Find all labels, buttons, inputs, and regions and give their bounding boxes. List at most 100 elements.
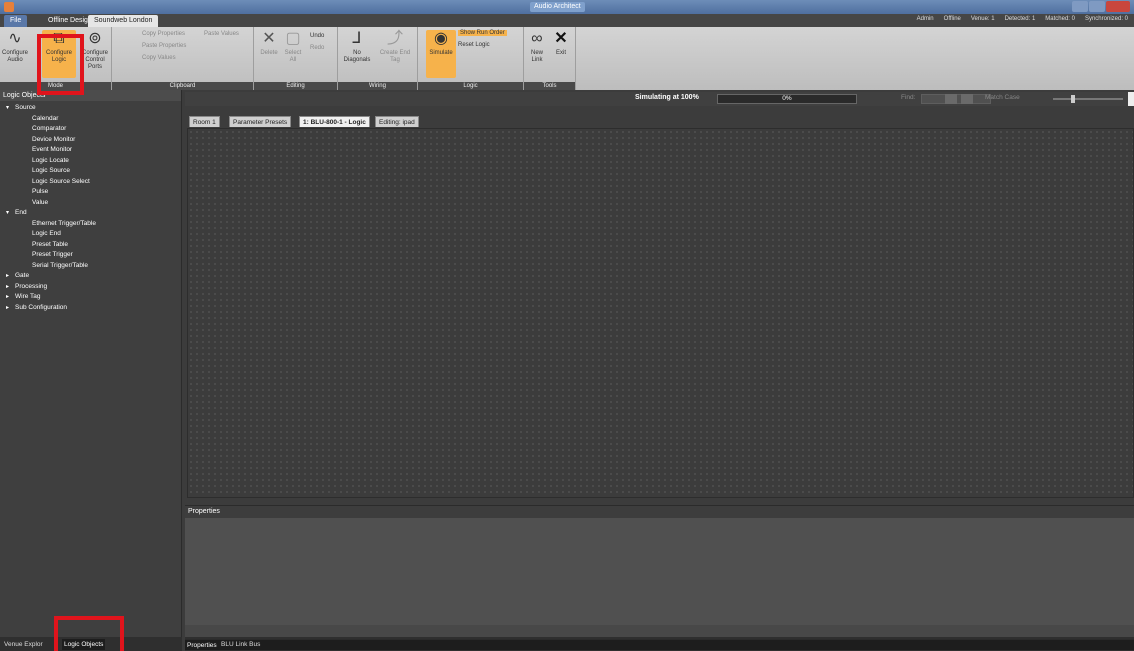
ribbon-group-clipboard: Copy Properties Paste Values Paste Prope… xyxy=(112,27,254,90)
undo-button[interactable]: Undo xyxy=(310,33,324,39)
tab-file[interactable]: File xyxy=(4,15,28,27)
tree-category[interactable]: ▸ Gate xyxy=(0,271,181,282)
simulate-button[interactable]: ◉ Simulate xyxy=(426,30,456,78)
reset-logic-button[interactable]: Reset Logic xyxy=(458,42,490,48)
tab-blu-link-bus[interactable]: BLU Link Bus xyxy=(219,639,262,650)
tree-category[interactable]: ▾ Source xyxy=(0,103,181,114)
tree-item-label: Preset Table xyxy=(32,240,69,248)
tree-item-label: Logic Source Select xyxy=(32,177,90,185)
tree-item-label: Ethernet Trigger/Table xyxy=(32,219,96,227)
create-end-tag-button[interactable]: ⤴ Create End Tag xyxy=(378,30,412,64)
tree-item-label: Pulse xyxy=(32,188,49,195)
match-case-checkbox[interactable]: Match Case xyxy=(985,94,1020,101)
status-mode: Offline xyxy=(943,16,961,22)
ribbon: ∿ Configure Audio ⧉ Configure Logic ⊚ Co… xyxy=(0,27,1134,90)
tree-category[interactable]: ▸ Sub Configuration xyxy=(0,303,181,314)
tree-category[interactable]: ▸ Wire Tag xyxy=(0,292,181,303)
tree-item-label: Device Monitor xyxy=(32,135,76,143)
properties-title: Properties xyxy=(185,506,1134,518)
tree-category[interactable]: ▾ End xyxy=(0,208,181,219)
copy-properties-button[interactable]: Copy Properties xyxy=(142,31,185,37)
chevron-right-icon[interactable]: ▸ xyxy=(6,303,15,314)
tree-item[interactable]: Serial Trigger/Table xyxy=(0,261,181,272)
chevron-down-icon[interactable]: ▾ xyxy=(6,103,15,114)
tree-item[interactable]: Preset Trigger xyxy=(0,250,181,261)
tab-editing-ipad[interactable]: Editing: ipad xyxy=(375,116,419,127)
app-menu-icon[interactable] xyxy=(4,2,14,12)
ribbon-group-label: Wiring xyxy=(338,82,417,90)
tree-item[interactable]: Comparator xyxy=(0,124,181,135)
copy-values-button[interactable]: Copy Values xyxy=(142,55,176,61)
redo-button[interactable]: Redo xyxy=(310,45,324,51)
zoom-slider-thumb[interactable] xyxy=(1071,95,1075,103)
chevron-right-icon[interactable]: ▸ xyxy=(6,292,15,303)
chevron-right-icon[interactable]: ▸ xyxy=(6,271,15,282)
tab-blu-800-logic[interactable]: 1: BLU-800-1 - Logic xyxy=(299,116,370,127)
delete-button[interactable]: ✕ Delete xyxy=(258,30,280,57)
tree-item-label: End xyxy=(15,209,27,216)
exit-x-icon: ✕ xyxy=(554,30,568,47)
tab-room-1[interactable]: Room 1 xyxy=(189,116,220,127)
ribbon-group-label: Logic xyxy=(418,82,523,90)
highlight-configure-logic xyxy=(37,34,84,95)
tab-soundweb-london[interactable]: Soundweb London xyxy=(88,15,159,27)
no-diagonals-button[interactable]: ⅃ No Diagonals xyxy=(342,30,372,64)
ribbon-group-label: Tools xyxy=(524,82,575,90)
delete-x-icon: ✕ xyxy=(262,30,276,47)
ribbon-tab-row: File Offline Design Soundweb London Admi… xyxy=(0,14,1134,27)
ribbon-group-wiring: ⅃ No Diagonals ⤴ Create End Tag Wiring xyxy=(338,27,418,90)
logic-objects-panel: Logic Objects ▾ Source Calendar Comparator D… xyxy=(0,90,182,637)
close-icon[interactable] xyxy=(1106,1,1130,12)
tree-item[interactable]: Logic Source xyxy=(0,166,181,177)
link-icon: ∞ xyxy=(531,30,543,47)
tree-item[interactable]: Logic End xyxy=(0,229,181,240)
status-detected: Detected: 1 xyxy=(1004,16,1036,22)
tree-item-label: Comparator xyxy=(32,125,67,132)
find-previous-button[interactable] xyxy=(945,94,957,104)
select-all-button[interactable]: ▢ Select All xyxy=(282,30,304,64)
tab-venue-explorer[interactable]: Venue Explor xyxy=(2,639,45,650)
chevron-down-icon[interactable]: ▾ xyxy=(6,208,15,219)
tree-item-label: Logic Locate xyxy=(32,156,69,164)
maximize-icon[interactable] xyxy=(1089,1,1105,12)
exit-button[interactable]: ✕ Exit xyxy=(550,30,572,57)
paste-values-button[interactable]: Paste Values xyxy=(204,31,239,37)
panel-pin-icon[interactable] xyxy=(1128,92,1134,106)
tree-item[interactable]: Value xyxy=(0,198,181,209)
tree-item[interactable]: Preset Table xyxy=(0,240,181,251)
tree-category[interactable]: ▸ Processing xyxy=(0,282,181,293)
minimize-icon[interactable] xyxy=(1072,1,1088,12)
simulation-status: Simulating at 100% xyxy=(635,94,699,101)
status-venue: Venue: 1 xyxy=(970,16,995,22)
tree-item[interactable]: Pulse xyxy=(0,187,181,198)
ribbon-group-label: Editing xyxy=(254,82,337,90)
tree-item[interactable]: Logic Source Select xyxy=(0,177,181,188)
chevron-right-icon[interactable]: ▸ xyxy=(6,282,15,293)
ribbon-group-tools: ∞ New Link ✕ Exit Tools xyxy=(524,27,576,90)
configure-audio-button[interactable]: ∿ Configure Audio xyxy=(2,30,28,64)
show-run-order-button[interactable]: Show Run Order xyxy=(458,30,507,36)
tab-parameter-presets[interactable]: Parameter Presets xyxy=(229,116,292,127)
new-link-button[interactable]: ∞ New Link xyxy=(526,30,548,64)
tree-item[interactable]: Logic Locate xyxy=(0,156,181,167)
tree-item-label: Gate xyxy=(15,272,30,279)
logic-canvas[interactable] xyxy=(187,128,1134,498)
tab-properties[interactable]: Properties xyxy=(185,639,1134,650)
window-controls xyxy=(1072,1,1130,12)
zoom-slider[interactable] xyxy=(1053,98,1123,100)
panel-title: Logic Objects xyxy=(0,90,181,101)
tree-item[interactable]: Ethernet Trigger/Table xyxy=(0,219,181,230)
tree-item-label: Calendar xyxy=(32,114,59,122)
status-synchronized: Synchronized: 0 xyxy=(1084,16,1128,22)
tree-item[interactable]: Event Monitor xyxy=(0,145,181,156)
find-next-button[interactable] xyxy=(961,94,973,104)
tree-item[interactable]: Calendar xyxy=(0,114,181,125)
simulation-bar: Simulating at 100% 0% Find: Match Case xyxy=(185,92,1134,106)
right-bottom-tabs: Properties BLU Link Bus xyxy=(185,637,1134,651)
tree-item[interactable]: Device Monitor xyxy=(0,135,181,146)
wire-icon: ⅃ xyxy=(352,30,362,47)
document-tabs: Room 1 Parameter Presets 1: BLU-800-1 - … xyxy=(185,116,1134,128)
tree-item-label: Logic Source xyxy=(32,167,70,174)
paste-properties-button[interactable]: Paste Properties xyxy=(142,43,186,49)
simulate-eye-icon: ◉ xyxy=(434,30,448,47)
